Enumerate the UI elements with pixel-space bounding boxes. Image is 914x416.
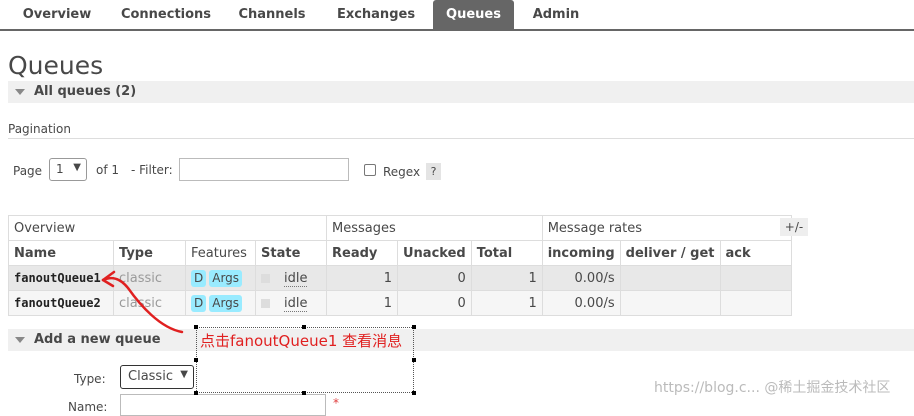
watermark: https://blog.c... @稀土掘金技术社区 [654,380,891,396]
resize-handle [412,325,416,329]
resize-handle [302,391,306,395]
resize-handle [194,391,198,395]
resize-handle [194,358,198,362]
annotation-arrow-icon [101,270,184,334]
resize-handle [412,391,416,395]
resize-handle [412,358,416,362]
resize-handle [194,325,198,329]
annotation-callout: 点击fanoutQueue1 查看消息 [194,325,416,395]
annotation-text: 点击fanoutQueue1 查看消息 [200,332,403,350]
resize-handle [302,325,306,329]
